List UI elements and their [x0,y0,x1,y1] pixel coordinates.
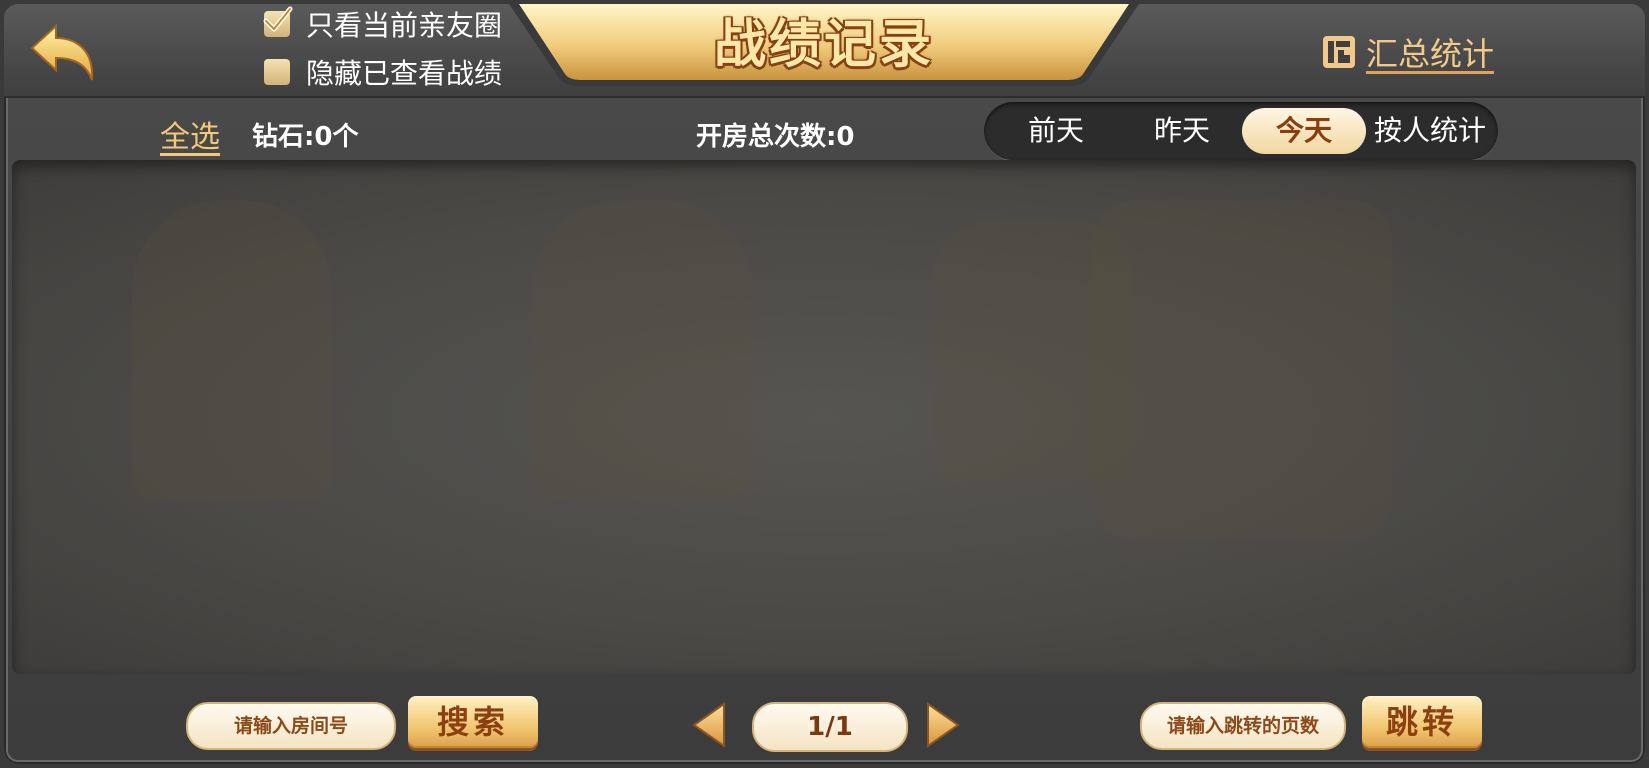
background-silhouette [1092,200,1392,540]
filter-hide-viewed[interactable]: 隐藏已查看战绩 [264,56,502,90]
filter-label: 只看当前亲友圈 [306,9,503,42]
triangle-right-icon[interactable] [926,702,962,748]
day-tab-group: 前天 昨天 今天 按人统计 [984,102,1498,160]
records-panel [12,160,1636,674]
record-window: 只看当前亲友圈 隐藏已查看战绩 战绩记录 汇总统计 全选 钻石:0个 开房总次数… [4,4,1645,764]
tab-yesterday[interactable]: 昨天 [1128,108,1236,154]
triangle-left-icon[interactable] [690,702,726,748]
search-button[interactable]: 搜索 [408,696,538,748]
summary-stats-label: 汇总统计 [1366,35,1495,73]
select-all-link[interactable]: 全选 [160,112,220,156]
checkmark-icon [263,6,293,32]
tab-by-person[interactable]: 按人统计 [1368,108,1492,154]
back-button[interactable] [26,22,100,86]
tab-today[interactable]: 今天 [1242,108,1366,154]
back-arrow-icon [30,23,94,81]
checkbox-checked[interactable] [263,6,293,37]
filter-label: 隐藏已查看战绩 [306,57,503,90]
background-silhouette [132,200,332,500]
jump-page-input[interactable]: 请输入跳转的页数 [1140,702,1346,750]
room-number-input[interactable]: 请输入房间号 [186,702,396,750]
background-silhouette [532,200,752,500]
checkbox-unchecked[interactable] [264,59,290,85]
jump-button[interactable]: 跳转 [1362,696,1482,748]
page-title: 战绩记录 [713,15,934,75]
stats-icon [1323,36,1355,68]
header-bar: 只看当前亲友圈 隐藏已查看战绩 战绩记录 汇总统计 [4,4,1645,98]
diamond-count: 钻石:0个 [252,122,359,152]
page-indicator: 1/1 [752,702,908,752]
summary-stats-link[interactable]: 汇总统计 [1322,32,1495,73]
filter-current-circle[interactable]: 只看当前亲友圈 [263,6,502,42]
room-total-count: 开房总次数:0 [696,122,855,152]
tab-day-before-yesterday[interactable]: 前天 [1002,108,1110,154]
